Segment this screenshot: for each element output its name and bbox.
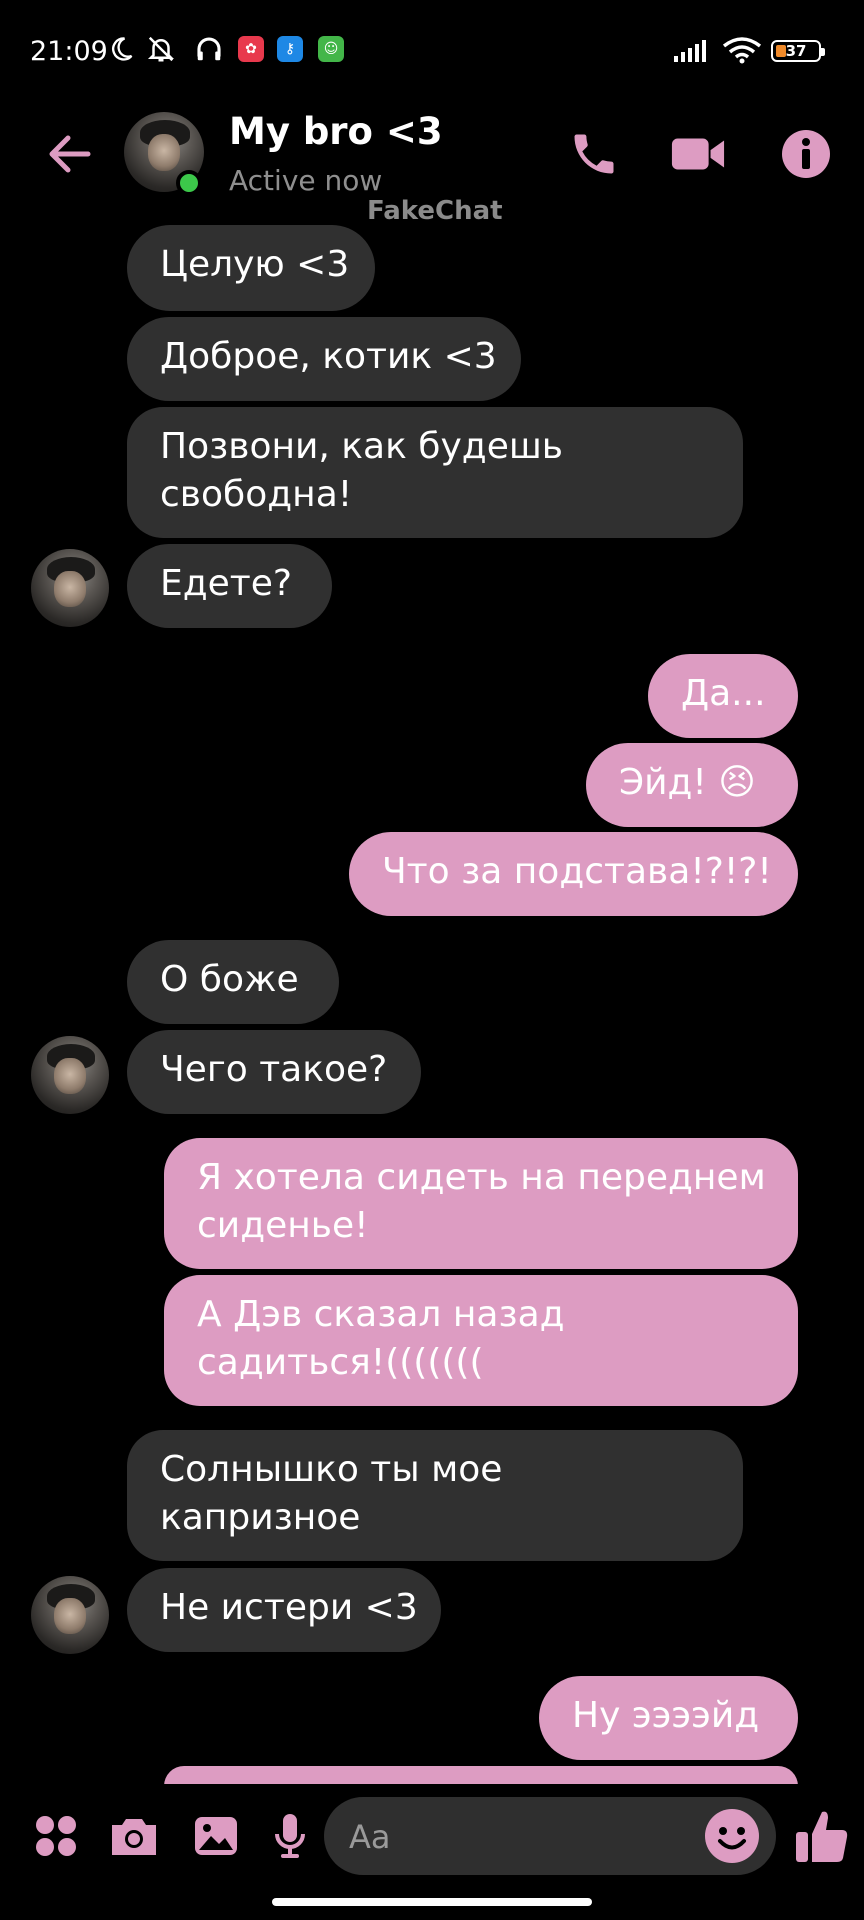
message-text: Целую <3 — [160, 244, 350, 285]
message-bubble[interactable]: О боже — [127, 940, 339, 1024]
message-bubble[interactable]: Едете? — [127, 544, 332, 628]
message-bubble[interactable]: Да... — [648, 654, 798, 738]
apps-icon[interactable] — [28, 1808, 84, 1864]
message-bubble[interactable]: Что за подстава!?!?! — [349, 832, 798, 916]
message-bubble[interactable]: Чего такое? — [127, 1030, 421, 1114]
message-text: свободна! — [160, 474, 353, 515]
app-cat-icon: ☺ — [318, 36, 344, 62]
back-arrow-icon[interactable] — [44, 128, 96, 180]
message-text: капризное — [160, 1497, 361, 1538]
message-text: сиденье! — [197, 1205, 369, 1246]
message-bubble[interactable]: Солнышко ты мое капризное — [127, 1430, 743, 1561]
message-bubble[interactable]: А Дэв сказал назад садиться!((((((( — [164, 1275, 798, 1406]
battery-level: 37 — [785, 42, 807, 60]
active-status: Active now — [229, 164, 383, 197]
online-status-dot — [176, 170, 202, 196]
phone-call-icon[interactable] — [566, 126, 622, 182]
app-key-icon: ⚷ — [277, 36, 303, 62]
message-text: садиться!((((((( — [197, 1342, 484, 1383]
sender-avatar[interactable] — [31, 549, 109, 627]
message-text: Да... — [681, 673, 766, 714]
wifi-icon — [722, 36, 762, 68]
moon-icon — [106, 34, 136, 64]
sender-avatar[interactable] — [31, 1576, 109, 1654]
message-text: Ну ээээйд — [572, 1695, 760, 1736]
gallery-icon[interactable] — [188, 1808, 244, 1864]
message-text: Эйд! 😣 — [619, 762, 756, 803]
message-text: Доброе, котик <3 — [160, 336, 497, 377]
emoji-icon[interactable] — [704, 1808, 760, 1864]
contact-name[interactable]: My bro <3 — [229, 110, 443, 153]
message-text: Едете? — [160, 563, 293, 604]
message-bubble[interactable]: Не истери <3 — [127, 1568, 441, 1652]
app-flower-icon: ✿ — [238, 36, 264, 62]
message-bubble[interactable]: Доброе, котик <3 — [127, 317, 521, 401]
app-watermark: FakeChat — [367, 196, 503, 226]
notifications-off-icon — [146, 34, 176, 64]
message-text: Не истери <3 — [160, 1587, 418, 1628]
message-text: Я хотела сидеть на переднем — [197, 1157, 766, 1198]
video-call-icon[interactable] — [670, 126, 726, 182]
microphone-icon[interactable] — [262, 1808, 318, 1864]
message-bubble[interactable]: Целую <3 — [127, 225, 375, 311]
message-bubble-partial[interactable] — [164, 1766, 798, 1786]
home-indicator[interactable] — [272, 1898, 592, 1906]
info-icon[interactable] — [778, 126, 834, 182]
message-bubble[interactable]: Позвони, как будешь свободна! — [127, 407, 743, 538]
message-text: Позвони, как будешь — [160, 426, 563, 467]
headphones-icon — [194, 34, 224, 64]
message-bubble[interactable]: Эйд! 😣 — [586, 743, 798, 827]
battery-icon: 37 — [771, 40, 825, 62]
camera-icon[interactable] — [106, 1808, 162, 1864]
signal-icon — [672, 38, 712, 68]
message-input-placeholder: Aa — [349, 1818, 391, 1856]
like-thumbs-up-icon[interactable] — [794, 1806, 850, 1866]
message-text: Солнышко ты мое — [160, 1449, 503, 1490]
message-bubble[interactable]: Ну ээээйд — [539, 1676, 798, 1760]
message-text: А Дэв сказал назад — [197, 1294, 565, 1335]
message-text: О боже — [160, 959, 299, 1000]
message-text: Чего такое? — [160, 1049, 388, 1090]
message-text: Что за подстава!?!?! — [382, 851, 772, 892]
message-bubble[interactable]: Я хотела сидеть на переднем сиденье! — [164, 1138, 798, 1269]
status-time: 21:09 — [30, 36, 108, 67]
sender-avatar[interactable] — [31, 1036, 109, 1114]
